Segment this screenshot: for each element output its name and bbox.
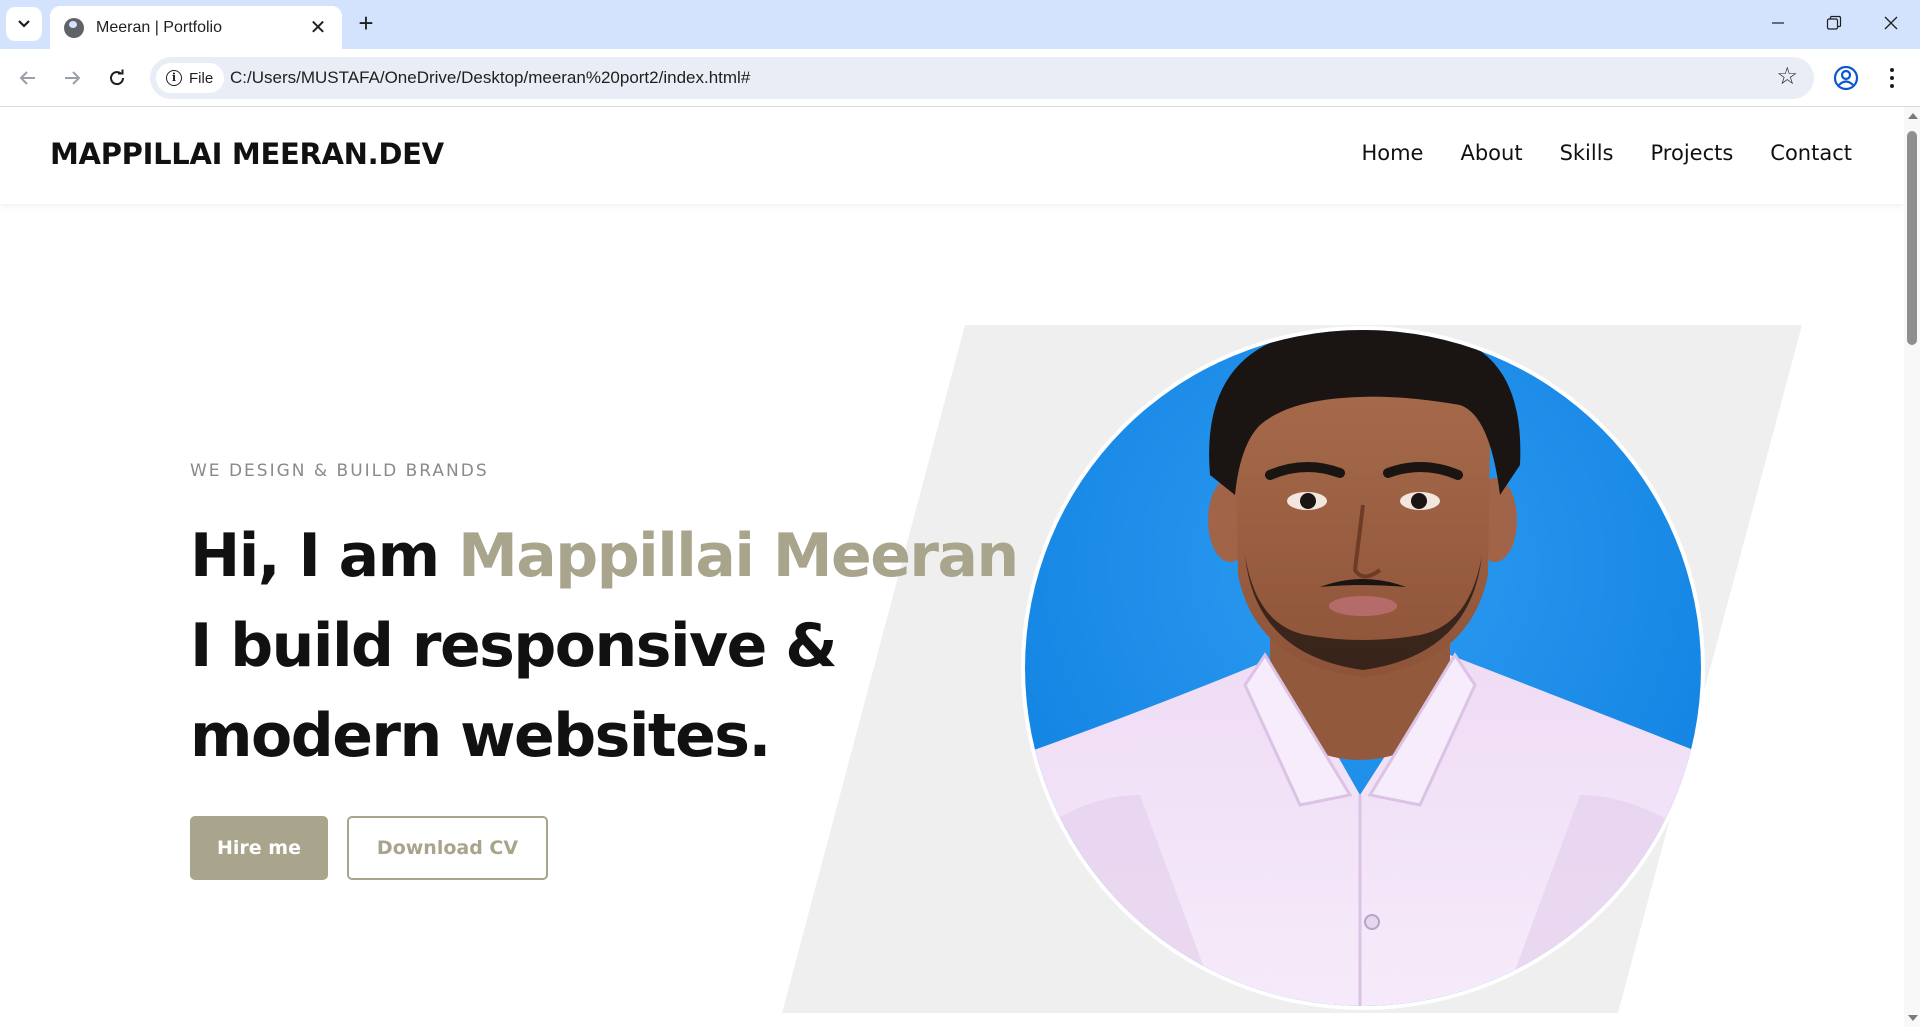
scroll-up-icon[interactable] — [1908, 113, 1918, 119]
nav-contact[interactable]: Contact — [1770, 141, 1852, 165]
browser-tab[interactable]: Meeran | Portfolio ✕ — [50, 6, 342, 49]
back-icon — [19, 71, 35, 85]
hero-name: Mappillai Meeran — [458, 521, 1019, 591]
forward-button[interactable] — [56, 62, 88, 94]
hero-line-3: modern websites. — [190, 701, 771, 771]
hire-me-button[interactable]: Hire me — [190, 816, 328, 880]
restore-icon — [1826, 15, 1842, 30]
profile-button[interactable] — [1831, 63, 1861, 93]
scroll-thumb[interactable] — [1907, 131, 1917, 345]
new-tab-button[interactable]: + — [352, 10, 380, 38]
page-viewport: MAPPILLAI MEERAN.DEV Home About Skills P… — [0, 107, 1904, 1027]
reload-button[interactable] — [101, 62, 133, 94]
main-nav: Home About Skills Projects Contact — [1361, 141, 1852, 165]
globe-icon — [64, 17, 84, 38]
page-scrollbar[interactable] — [1904, 107, 1920, 1027]
tab-search-button[interactable] — [6, 7, 42, 41]
plus-icon: + — [358, 8, 374, 38]
close-icon[interactable]: ✕ — [306, 16, 330, 40]
url-text[interactable]: C:/Users/MUSTAFA/OneDrive/Desktop/meeran… — [230, 68, 750, 88]
hero-subtitle: WE DESIGN & BUILD BRANDS — [190, 461, 489, 481]
site-info-chip[interactable]: i File — [156, 63, 224, 93]
chevron-down-icon — [18, 20, 30, 28]
minimize-icon — [1772, 22, 1784, 24]
nav-skills[interactable]: Skills — [1560, 141, 1614, 165]
kebab-menu-icon[interactable] — [1880, 61, 1904, 95]
reload-icon — [110, 69, 125, 86]
file-chip-label: File — [189, 69, 214, 87]
profile-photo — [1021, 326, 1705, 1010]
forward-icon — [65, 71, 81, 85]
back-button[interactable] — [12, 62, 44, 94]
window-close-icon — [1884, 16, 1898, 30]
star-icon[interactable]: ☆ — [1776, 65, 1798, 89]
tab-title: Meeran | Portfolio — [96, 18, 222, 36]
profile-icon — [1833, 65, 1859, 91]
address-bar[interactable]: i File C:/Users/MUSTAFA/OneDrive/Desktop… — [150, 57, 1814, 99]
info-icon: i — [166, 70, 182, 86]
restore-button[interactable] — [1814, 8, 1854, 38]
nav-about[interactable]: About — [1460, 141, 1522, 165]
nav-home[interactable]: Home — [1361, 141, 1423, 165]
window-close-button[interactable] — [1871, 8, 1911, 38]
hero-line-2: I build responsive & — [190, 611, 838, 681]
browser-tab-bar: Meeran | Portfolio ✕ + — [0, 0, 1920, 49]
site-header: MAPPILLAI MEERAN.DEV Home About Skills P… — [0, 107, 1904, 204]
hero-greeting: Hi, I am — [190, 521, 459, 591]
scroll-down-icon[interactable] — [1908, 1015, 1918, 1021]
site-logo[interactable]: MAPPILLAI MEERAN.DEV — [50, 137, 444, 171]
nav-projects[interactable]: Projects — [1651, 141, 1734, 165]
browser-toolbar: i File C:/Users/MUSTAFA/OneDrive/Desktop… — [0, 49, 1920, 107]
hero-headline: Hi, I am Mappillai Meeran I build respon… — [190, 511, 1019, 781]
download-cv-button[interactable]: Download CV — [347, 816, 548, 880]
minimize-button[interactable] — [1758, 8, 1798, 38]
